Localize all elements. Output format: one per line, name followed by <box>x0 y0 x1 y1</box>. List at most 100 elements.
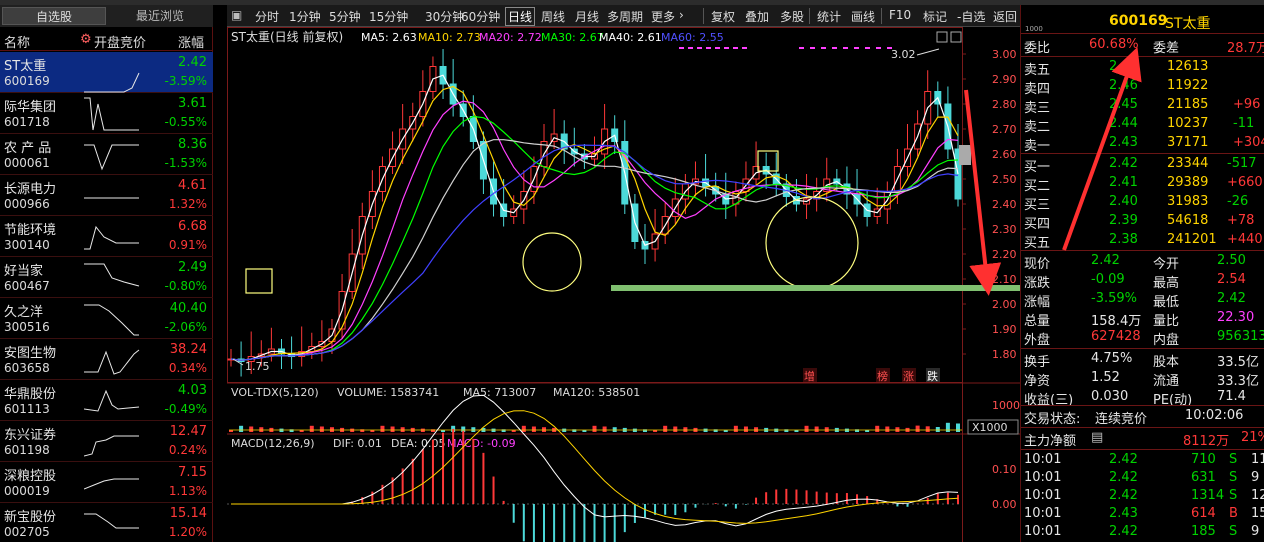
watchlist-row[interactable]: 好当家 600467 2.49 -0.80% <box>0 257 213 298</box>
stock-price: 38.24 <box>169 342 207 357</box>
tab-recent[interactable]: 最近浏览 <box>108 7 212 25</box>
bid-change: -26 <box>1227 194 1249 209</box>
toolbar-item[interactable]: -自选 <box>957 8 985 25</box>
toolbar-item[interactable]: 30分钟 <box>425 8 464 25</box>
scroll-handle[interactable] <box>959 145 971 165</box>
toolbar-item[interactable]: 统计 <box>817 8 841 25</box>
watchlist-row[interactable]: 华鼎股份 601113 4.03 -0.49% <box>0 380 213 421</box>
watchlist-row[interactable]: 安图生物 603658 38.24 0.34% <box>0 339 213 380</box>
stock-price: 7.15 <box>178 465 207 480</box>
stock-change: -0.49% <box>164 402 207 416</box>
toolbar-item[interactable]: 月线 <box>575 8 599 25</box>
toolbar-item[interactable]: 60分钟 <box>461 8 500 25</box>
event-marker-label: 涨 <box>903 370 914 383</box>
macd-axis-label: 0.00 <box>992 498 1017 511</box>
drawing-circle[interactable] <box>522 232 582 292</box>
price-axis-label: 2.00 <box>992 298 1017 311</box>
volume-axis-label: 10000 <box>992 399 1020 412</box>
stock-code: 000019 <box>4 484 50 498</box>
toolbar-item[interactable]: 分时 <box>255 8 279 25</box>
ask-change: +96 <box>1233 97 1261 112</box>
gear-icon[interactable]: ⚙ <box>80 32 92 47</box>
stat-value: 33.3亿 <box>1217 374 1259 389</box>
toolbar-item[interactable]: F10 <box>889 8 911 22</box>
ask-volume: 37171 <box>1167 135 1209 150</box>
stock-change: 1.20% <box>168 525 207 539</box>
tab-watchlist[interactable]: 自选股 <box>2 7 106 25</box>
header-name[interactable]: 名称 <box>4 32 30 51</box>
tick-row: 10:01 2.42 631 S 9 <box>1021 469 1264 488</box>
header-change[interactable]: 涨幅 <box>178 32 204 51</box>
level-badge: 1000 <box>1025 25 1043 33</box>
toolbar-item[interactable]: 叠加 <box>745 8 769 25</box>
tick-volume: 614 <box>1191 506 1216 521</box>
stock-name: 长源电力 <box>4 182 57 197</box>
stock-name: 安图生物 <box>4 346 57 361</box>
tick-price: 2.42 <box>1109 470 1138 485</box>
volume-bar <box>885 426 890 432</box>
toolbar-item[interactable]: 返回 <box>993 8 1017 25</box>
stat-value: 956313 <box>1217 329 1264 344</box>
watchlist-row[interactable]: 久之洋 300516 40.40 -2.06% <box>0 298 213 339</box>
chart-title: ST太重(日线 前复权) <box>231 29 343 44</box>
toolbar-item[interactable]: 周线 <box>541 8 565 25</box>
toolbar-item[interactable]: 画线 <box>851 8 875 25</box>
stat-label: 现价 <box>1024 257 1051 272</box>
watchlist-row[interactable]: 深粮控股 000019 7.15 1.13% <box>0 462 213 503</box>
stat-row: 净资 1.52 流通 33.3亿 <box>1021 369 1264 389</box>
tick-time: 10:01 <box>1024 488 1062 503</box>
bid-row: 买一 2.42 23344 -517 <box>1021 155 1264 175</box>
stock-price: 2.49 <box>178 260 207 275</box>
chart-toolbar: ▣ 分时 1分钟 5分钟 15分钟 30分钟 60分钟 日线 周线 月线 多周期 更多 › 复权 叠加 多股统… <box>227 5 1020 27</box>
toolbar-item[interactable]: 标记 <box>923 8 947 25</box>
watchlist-row[interactable]: 长源电力 000966 4.61 1.32% <box>0 175 213 216</box>
bid-row: 买四 2.39 54618 +78 <box>1021 212 1264 232</box>
watchlist-row[interactable]: 节能环境 300140 6.68 0.91% <box>0 216 213 257</box>
toolbar-panel-icon[interactable]: ▣ <box>231 8 242 22</box>
trade-status-row: 交易状态: 连续竞价 10:02:06 <box>1021 407 1264 427</box>
stat-row: 涨幅 -3.59% 最低 2.42 <box>1021 290 1264 310</box>
ask-label: 卖一 <box>1024 139 1051 154</box>
volume-bar <box>239 425 244 432</box>
stock-code: 000966 <box>4 197 50 211</box>
drawing-circle[interactable] <box>765 196 859 290</box>
maximize-icon[interactable] <box>936 31 948 43</box>
toolbar-item[interactable]: 1分钟 <box>289 8 321 25</box>
stock-code: 601198 <box>4 443 50 457</box>
stat-label: 外盘 <box>1024 333 1051 348</box>
auction-sparkline <box>84 513 139 529</box>
ask-price: 2.44 <box>1109 116 1138 131</box>
stock-change: 0.91% <box>168 238 207 252</box>
watchlist-header: 名称 ⚙ 开盘竞价 涨幅 <box>0 29 213 51</box>
ask-change: -11 <box>1233 116 1255 131</box>
bid-price: 2.42 <box>1109 156 1138 171</box>
toolbar-item[interactable]: 更多 <box>651 8 675 25</box>
stat-row: 外盘 627428 内盘 956313 <box>1021 328 1264 348</box>
watchlist-row[interactable]: 农 产 品 000061 8.36 -1.53% <box>0 134 213 175</box>
header-auction[interactable]: 开盘竞价 <box>94 32 146 51</box>
stat-label: 换手 <box>1024 355 1051 370</box>
watchlist-row[interactable]: 际华集团 601718 3.61 -0.55% <box>0 93 213 134</box>
drawing-square[interactable] <box>245 268 273 294</box>
stock-code: 601718 <box>4 115 50 129</box>
stock-name: 华鼎股份 <box>4 387 57 402</box>
toolbar-item[interactable]: 5分钟 <box>329 8 361 25</box>
toolbar-item[interactable]: 多股 <box>780 8 804 25</box>
watchlist-row[interactable]: ST太重 600169 2.42 -3.59% <box>0 52 213 93</box>
ask-row: 卖四 2.46 11922 <box>1021 77 1264 97</box>
chevron-right-icon[interactable]: › <box>679 8 684 22</box>
watchlist-row[interactable]: 新宝股份 002705 15.14 1.20% <box>0 503 213 542</box>
toolbar-item[interactable]: 多周期 <box>607 8 643 25</box>
bid-change: +440 <box>1227 232 1263 247</box>
price-axis-label: 2.40 <box>992 198 1017 211</box>
kline-chart[interactable]: ST太重(日线 前复权) MA5: 2.63 MA10: 2.73 MA20: 2.7… <box>227 27 1020 542</box>
toolbar-item[interactable]: 15分钟 <box>369 8 408 25</box>
volume-ma120: MA120: 538501 <box>553 386 640 399</box>
close-icon[interactable] <box>950 31 962 43</box>
toolbar-item[interactable]: 日线 <box>505 7 536 26</box>
stat-value: 158.4万 <box>1091 314 1142 329</box>
toolbar-item[interactable]: 复权 <box>711 8 735 25</box>
stat-value: 2.50 <box>1217 253 1246 268</box>
watchlist-row[interactable]: 东兴证券 601198 12.47 0.24% <box>0 421 213 462</box>
list-icon[interactable]: ▤ <box>1091 430 1103 445</box>
